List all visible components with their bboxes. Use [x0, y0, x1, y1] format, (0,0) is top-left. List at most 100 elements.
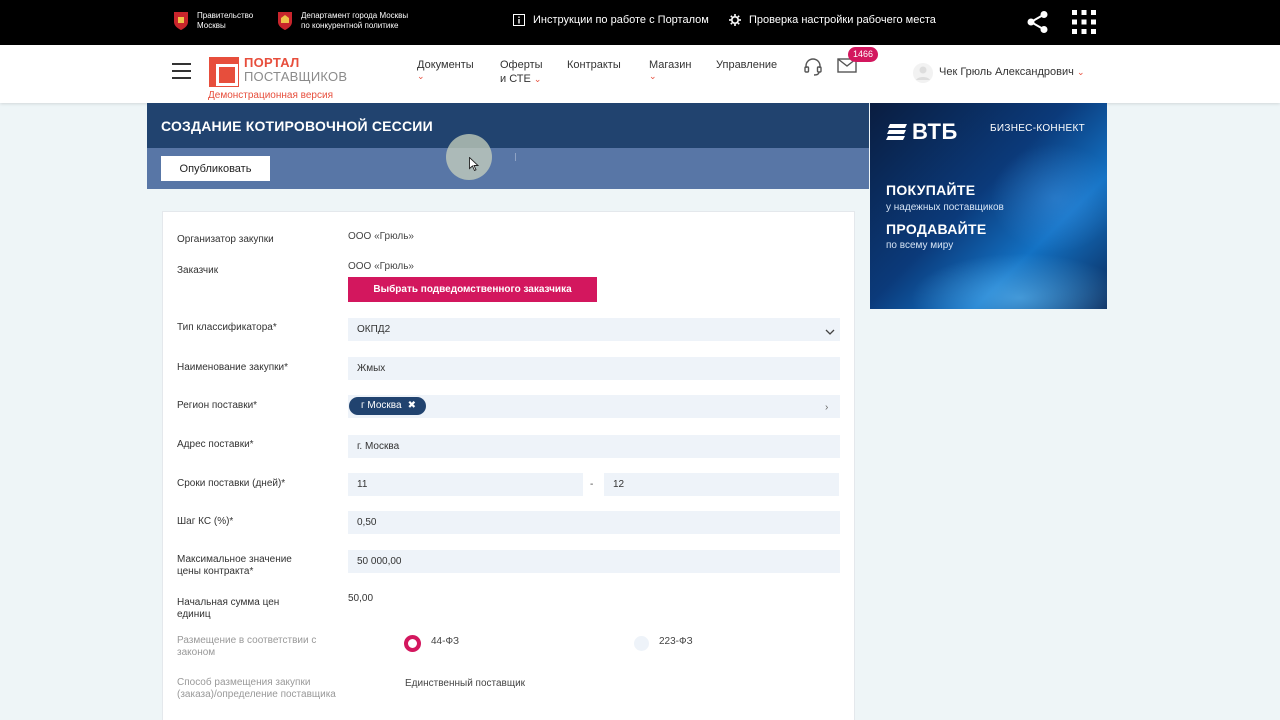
- instructions-link[interactable]: Инструкции по работе с Порталом: [513, 14, 709, 26]
- user-name: Чек Грюль Александрович: [939, 66, 1074, 78]
- chevron-down-icon: ⌄: [649, 71, 657, 81]
- support-headset-icon[interactable]: [803, 57, 823, 82]
- toolbar: Опубликовать: [147, 148, 869, 189]
- toolbar-divider: [515, 153, 516, 161]
- law-label: Размещение в соответствии с законом: [177, 635, 316, 659]
- method-label-line2: (заказа)/определение поставщика: [177, 689, 336, 700]
- ad-sell-heading: ПРОДАВАЙТЕ: [886, 221, 987, 237]
- gov2-line1: Департамент города Москвы: [301, 11, 409, 20]
- nav-contracts[interactable]: Контракты: [567, 58, 621, 72]
- gov1-line2: Москвы: [197, 21, 226, 30]
- max-price-input[interactable]: 50 000,00: [348, 550, 840, 573]
- customer-value: ООО «Грюль»: [348, 261, 414, 272]
- max-price-label-line2: цены контракта*: [177, 566, 254, 577]
- chevron-down-icon[interactable]: [825, 324, 835, 342]
- nav-documents[interactable]: Документы ⌄: [417, 58, 474, 81]
- purchase-name-input[interactable]: Жмых: [348, 357, 840, 380]
- method-label: Способ размещения закупки (заказа)/опред…: [177, 677, 336, 701]
- organizer-label: Организатор закупки: [177, 234, 274, 245]
- region-label: Регион поставки*: [177, 400, 258, 411]
- page-header: СОЗДАНИЕ КОТИРОВОЧНОЙ СЕССИИ: [147, 103, 869, 148]
- mail-count-badge: 1466: [848, 47, 879, 62]
- nav-contracts-label: Контракты: [567, 59, 621, 71]
- vtb-brand: ВТБ: [912, 119, 958, 144]
- delivery-from-input[interactable]: 11: [348, 473, 583, 496]
- unit-sum-label: Начальная сумма цен единиц: [177, 597, 279, 621]
- ad-buy-subtext: у надежных поставщиков: [886, 202, 1004, 213]
- chevron-down-icon: ⌄: [533, 74, 542, 84]
- unit-sum-value: 50,00: [348, 593, 374, 604]
- publish-button[interactable]: Опубликовать: [161, 156, 270, 181]
- vtb-stripes-icon: [886, 124, 907, 140]
- nav-offers-label-line2: и СТЕ: [500, 73, 531, 85]
- classifier-value: ОКПД2: [357, 324, 391, 335]
- customer-label: Заказчик: [177, 265, 219, 276]
- step-label: Шаг КС (%)*: [177, 516, 234, 527]
- moscow-emblem-icon: [174, 12, 188, 30]
- address-label: Адрес поставки*: [177, 439, 254, 450]
- share-icon[interactable]: [1026, 10, 1050, 39]
- vtb-advertisement-banner[interactable]: ВТБ БИЗНЕС-КОННЕКТ ПОКУПАЙТЕ у надежных …: [870, 103, 1107, 309]
- workplace-check-label: Проверка настройки рабочего места: [749, 14, 936, 26]
- nav-offers-label-line1: Оферты: [500, 59, 543, 71]
- max-price-label-line1: Максимальное значение: [177, 554, 292, 565]
- demo-version-label: Демонстрационная версия: [208, 90, 333, 101]
- select-subordinate-customer-button[interactable]: Выбрать подведомственного заказчика: [348, 277, 597, 302]
- law-223fz-radio[interactable]: [634, 636, 649, 651]
- nav-documents-label: Документы: [417, 59, 474, 71]
- delivery-to-input[interactable]: 12: [604, 473, 839, 496]
- ad-sell-subtext: по всему миру: [886, 240, 954, 251]
- chevron-down-icon: ⌄: [1076, 67, 1085, 77]
- step-input[interactable]: 0,50: [348, 511, 840, 534]
- user-menu[interactable]: Чек Грюль Александрович ⌄: [939, 66, 1084, 78]
- page-title: СОЗДАНИЕ КОТИРОВОЧНОЙ СЕССИИ: [161, 118, 433, 134]
- chevron-down-icon: ⌄: [417, 71, 425, 81]
- workplace-check-link[interactable]: Проверка настройки рабочего места: [729, 14, 936, 26]
- department-emblem-icon: [278, 12, 292, 30]
- nav-shop-label: Магазин: [649, 59, 692, 71]
- instructions-label: Инструкции по работе с Порталом: [533, 14, 709, 26]
- unit-sum-label-line2: единиц: [177, 609, 211, 620]
- menu-icon[interactable]: [172, 63, 191, 80]
- apps-grid-icon[interactable]: [1072, 10, 1096, 39]
- gear-icon: [729, 14, 741, 26]
- logo-title[interactable]: ПОРТАЛ: [244, 55, 300, 70]
- classifier-select[interactable]: ОКПД2: [348, 318, 840, 341]
- region-tag[interactable]: г Москва ✖: [349, 397, 426, 415]
- main-header: ПОРТАЛ ПОСТАВЩИКОВ Демонстрационная верс…: [0, 45, 1280, 103]
- nav-management-label: Управление: [716, 59, 778, 71]
- gov1-line1: Правительство: [197, 11, 254, 20]
- delivery-terms-label: Сроки поставки (дней)*: [177, 478, 286, 489]
- portal-logo-icon[interactable]: [209, 57, 239, 87]
- moscow-government-link[interactable]: Правительство Москвы: [173, 11, 253, 31]
- ad-background-glow: [910, 253, 1107, 309]
- mouse-pointer-icon: [469, 156, 480, 176]
- law-44fz-label[interactable]: 44-ФЗ: [431, 636, 459, 647]
- method-label-line1: Способ размещения закупки: [177, 677, 311, 688]
- max-price-label: Максимальное значение цены контракта*: [177, 554, 292, 578]
- ad-buy-heading: ПОКУПАЙТЕ: [886, 182, 976, 198]
- law-label-line1: Размещение в соответствии с: [177, 635, 317, 646]
- classifier-label: Тип классификатора*: [177, 322, 277, 333]
- law-44fz-radio[interactable]: [404, 635, 421, 652]
- top-bar: Правительство Москвы Департамент города М…: [0, 0, 1280, 45]
- address-input[interactable]: г. Москва: [348, 435, 840, 458]
- ad-background-glow: [990, 143, 1107, 253]
- competition-department-link[interactable]: Департамент города Москвы по конкурентной…: [277, 11, 408, 31]
- purchase-name-label: Наименование закупки*: [177, 362, 289, 373]
- nav-shop[interactable]: Магазин ⌄: [649, 58, 691, 81]
- unit-sum-label-line1: Начальная сумма цен: [177, 597, 280, 608]
- region-tag-label: г Москва: [361, 400, 402, 411]
- vtb-brand-suffix: БИЗНЕС-КОННЕКТ: [990, 123, 1085, 134]
- avatar[interactable]: [912, 62, 934, 84]
- nav-management[interactable]: Управление: [716, 58, 777, 72]
- law-223fz-label[interactable]: 223-ФЗ: [659, 636, 693, 647]
- chevron-right-icon[interactable]: ›: [825, 402, 828, 413]
- close-icon[interactable]: ✖: [408, 397, 416, 415]
- info-icon: [513, 14, 525, 26]
- law-label-line2: законом: [177, 647, 216, 658]
- vtb-logo: ВТБ: [886, 119, 958, 145]
- gov2-line2: по конкурентной политике: [301, 21, 399, 30]
- logo-subtitle[interactable]: ПОСТАВЩИКОВ: [244, 69, 347, 84]
- nav-offers[interactable]: Оферты и СТЕ ⌄: [500, 58, 543, 86]
